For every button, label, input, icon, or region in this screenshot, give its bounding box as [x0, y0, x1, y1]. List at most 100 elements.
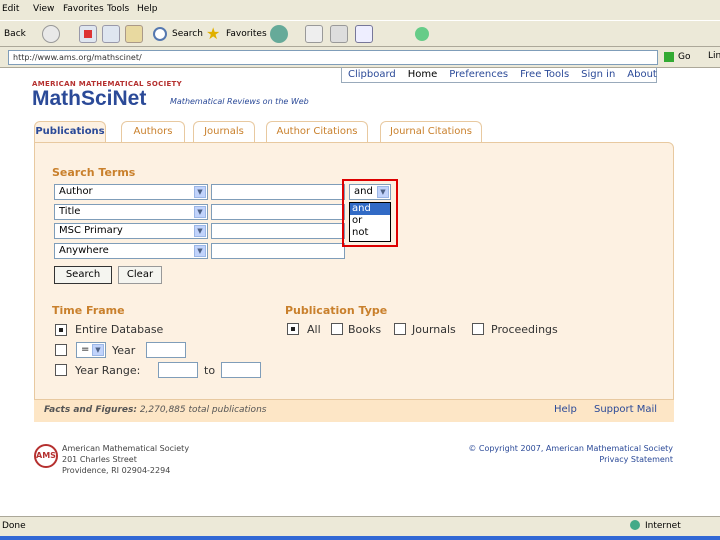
- timeframe-range-radio[interactable]: [55, 364, 67, 376]
- nav-sign-in[interactable]: Sign in: [575, 67, 621, 82]
- field-select-label: Title: [59, 206, 81, 217]
- field-select-1[interactable]: Author ▼: [54, 184, 208, 200]
- pubtype-journals-radio[interactable]: [394, 323, 406, 335]
- messenger-icon[interactable]: [415, 27, 429, 41]
- society-address: American Mathematical Society 201 Charle…: [62, 443, 189, 476]
- year-range-label: Year Range:: [75, 364, 141, 377]
- nav-free-tools[interactable]: Free Tools: [514, 67, 575, 82]
- edit-icon[interactable]: [355, 25, 373, 43]
- pubtype-all-radio[interactable]: [287, 323, 299, 335]
- globe-icon: [630, 520, 640, 530]
- refresh-icon[interactable]: [102, 25, 120, 43]
- search-term-input-3[interactable]: [211, 223, 345, 239]
- menu-bar: Edit View Favorites Tools Help: [0, 0, 720, 20]
- ams-seal-icon: AMS: [34, 444, 58, 468]
- chevron-down-icon: ▼: [194, 225, 206, 237]
- timeframe-entire-label: Entire Database: [75, 323, 164, 336]
- chevron-down-icon: ▼: [194, 206, 206, 218]
- nav-about[interactable]: About: [621, 67, 663, 82]
- help-link[interactable]: Help: [554, 404, 577, 415]
- field-select-label: Author: [59, 186, 93, 197]
- pubtype-proceedings-radio[interactable]: [472, 323, 484, 335]
- timeframe-year-radio[interactable]: [55, 344, 67, 356]
- tab-publications[interactable]: Publications: [34, 121, 106, 143]
- field-select-4[interactable]: Anywhere ▼: [54, 243, 208, 259]
- year-label: Year: [112, 344, 136, 357]
- chevron-down-icon: ▼: [92, 344, 104, 356]
- taskbar: [0, 536, 720, 540]
- year-op-select[interactable]: = ▼: [76, 342, 106, 358]
- stop-icon[interactable]: [79, 25, 97, 43]
- clear-button[interactable]: Clear: [118, 266, 162, 284]
- browser-toolbar: Back Search ★ Favorites: [0, 20, 720, 47]
- support-mail-link[interactable]: Support Mail: [594, 404, 657, 415]
- pubtype-books-radio[interactable]: [331, 323, 343, 335]
- search-term-input-4[interactable]: [211, 243, 345, 259]
- tab-journals[interactable]: Journals: [193, 121, 255, 142]
- nav-preferences[interactable]: Preferences: [443, 67, 514, 82]
- forward-icon[interactable]: [42, 25, 60, 43]
- favorites-button[interactable]: Favorites: [226, 24, 267, 45]
- chevron-down-icon: ▼: [194, 245, 206, 257]
- search-icon[interactable]: [153, 27, 167, 41]
- history-icon[interactable]: [270, 25, 288, 43]
- pubtype-proceedings-label: Proceedings: [491, 323, 558, 336]
- address-line: 201 Charles Street: [62, 455, 137, 464]
- facts-label: Facts and Figures:: [44, 405, 137, 415]
- status-bar: Done Internet: [0, 516, 720, 536]
- facts-value: 2,270,885 total publications: [139, 405, 267, 415]
- search-submit-button[interactable]: Search: [54, 266, 112, 284]
- top-nav: Clipboard Home Preferences Free Tools Si…: [341, 67, 657, 83]
- highlight-box: [342, 179, 398, 247]
- menu-edit[interactable]: Edit: [2, 4, 19, 14]
- year-range-from-input[interactable]: [158, 362, 198, 378]
- tagline: Mathematical Reviews on the Web: [170, 97, 309, 106]
- year-op-value: =: [81, 344, 90, 355]
- back-button[interactable]: Back: [4, 24, 26, 45]
- home-icon[interactable]: [125, 25, 143, 43]
- search-terms-title: Search Terms: [52, 166, 136, 179]
- facts-and-figures: Facts and Figures: 2,270,885 total publi…: [44, 405, 266, 415]
- menu-view[interactable]: View: [33, 4, 54, 14]
- field-select-label: MSC Primary: [59, 225, 123, 236]
- menu-help[interactable]: Help: [137, 4, 158, 14]
- tab-journal-citations[interactable]: Journal Citations: [380, 121, 482, 142]
- address-line: Providence, RI 02904-2294: [62, 466, 171, 475]
- chevron-down-icon: ▼: [194, 186, 206, 198]
- zone-label: Internet: [645, 521, 681, 531]
- address-line: American Mathematical Society: [62, 444, 190, 453]
- copyright-text[interactable]: © Copyright 2007, American Mathematical …: [455, 443, 673, 454]
- address-bar: http://www.ams.org/mathscinet/ Go Links: [0, 47, 720, 68]
- to-label: to: [204, 364, 216, 377]
- privacy-link[interactable]: Privacy Statement: [455, 454, 673, 465]
- pubtype-journals-label: Journals: [412, 323, 456, 336]
- links-label[interactable]: Links: [708, 51, 720, 61]
- timeframe-entire-radio[interactable]: [55, 324, 67, 336]
- nav-home[interactable]: Home: [402, 67, 444, 82]
- pubtype-all-label: All: [307, 323, 321, 336]
- menu-tools[interactable]: Tools: [107, 4, 129, 14]
- nav-clipboard[interactable]: Clipboard: [342, 67, 402, 82]
- menu-favorites[interactable]: Favorites: [63, 4, 104, 14]
- field-select-3[interactable]: MSC Primary ▼: [54, 223, 208, 239]
- go-button[interactable]: Go: [664, 50, 690, 65]
- year-range-to-input[interactable]: [221, 362, 261, 378]
- year-input[interactable]: [146, 342, 186, 358]
- publication-type-title: Publication Type: [285, 304, 388, 317]
- field-select-label: Anywhere: [59, 245, 109, 256]
- tab-authors[interactable]: Authors: [121, 121, 185, 142]
- print-icon[interactable]: [330, 25, 348, 43]
- status-text: Done: [2, 521, 26, 531]
- search-button[interactable]: Search: [172, 24, 203, 45]
- url-input[interactable]: http://www.ams.org/mathscinet/: [8, 50, 658, 65]
- time-frame-title: Time Frame: [52, 304, 125, 317]
- search-term-input-2[interactable]: [211, 204, 345, 220]
- go-label: Go: [678, 52, 691, 62]
- copyright: © Copyright 2007, American Mathematical …: [455, 443, 673, 465]
- search-term-input-1[interactable]: [211, 184, 345, 200]
- mathscinet-logo[interactable]: MathSciNet: [32, 87, 146, 111]
- favorites-star-icon[interactable]: ★: [206, 25, 224, 43]
- mail-icon[interactable]: [305, 25, 323, 43]
- field-select-2[interactable]: Title ▼: [54, 204, 208, 220]
- tab-author-citations[interactable]: Author Citations: [266, 121, 368, 142]
